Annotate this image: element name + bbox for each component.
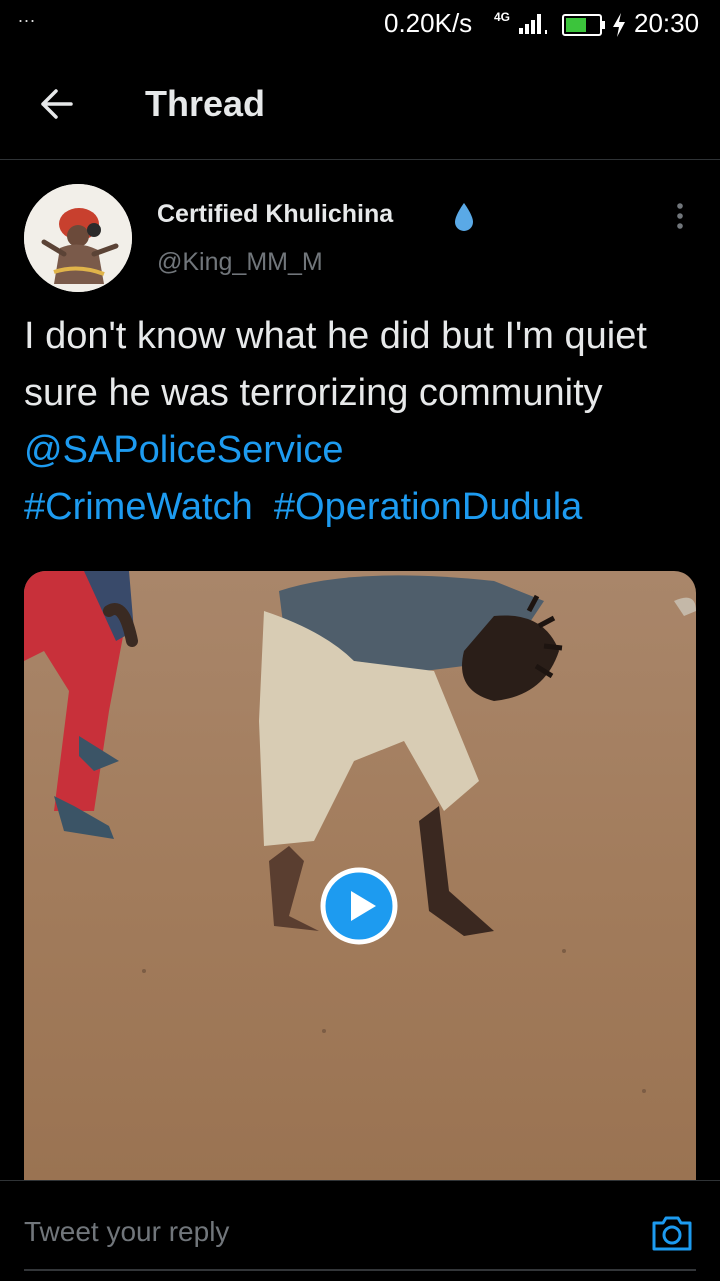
battery-icon <box>562 14 605 36</box>
notification-dots: ... <box>18 6 37 26</box>
water-drop-icon <box>455 203 473 231</box>
play-button[interactable] <box>320 867 398 945</box>
clock: 20:30 <box>634 8 700 38</box>
reply-input[interactable]: Tweet your reply <box>24 1216 229 1248</box>
signal-icon <box>519 14 547 34</box>
network-type: 4G <box>494 10 511 24</box>
arrow-left-icon <box>41 89 73 119</box>
mention-link[interactable]: @SAPoliceService <box>24 429 343 471</box>
status-bar: ... 0.20K/s 4G 20:30 <box>0 0 720 50</box>
hashtag-link[interactable]: #CrimeWatch <box>24 486 253 528</box>
divider <box>24 1269 696 1271</box>
author-name[interactable]: Certified Khulichina <box>157 200 393 229</box>
network-speed: 0.20K/s <box>384 8 473 38</box>
charging-icon <box>613 13 625 37</box>
avatar-illustration <box>24 184 132 292</box>
tweet-text: I don't know what he did but I'm quiet s… <box>24 308 704 536</box>
author-avatar[interactable] <box>24 184 132 292</box>
thread-header: Thread <box>0 50 720 160</box>
more-options-button[interactable] <box>664 198 696 234</box>
back-button[interactable] <box>30 80 82 128</box>
tweet-body: I don't know what he did but I'm quiet s… <box>24 315 647 414</box>
author-handle[interactable]: @King_MM_M <box>157 248 323 277</box>
vertical-dots-icon <box>677 203 683 229</box>
camera-button[interactable] <box>650 1211 694 1255</box>
camera-icon <box>652 1216 692 1251</box>
play-icon <box>320 867 398 945</box>
page-title: Thread <box>145 83 266 124</box>
hashtag-link[interactable]: #OperationDudula <box>274 486 582 528</box>
reply-bar: Tweet your reply <box>0 1180 720 1281</box>
video-media[interactable] <box>24 571 696 1181</box>
